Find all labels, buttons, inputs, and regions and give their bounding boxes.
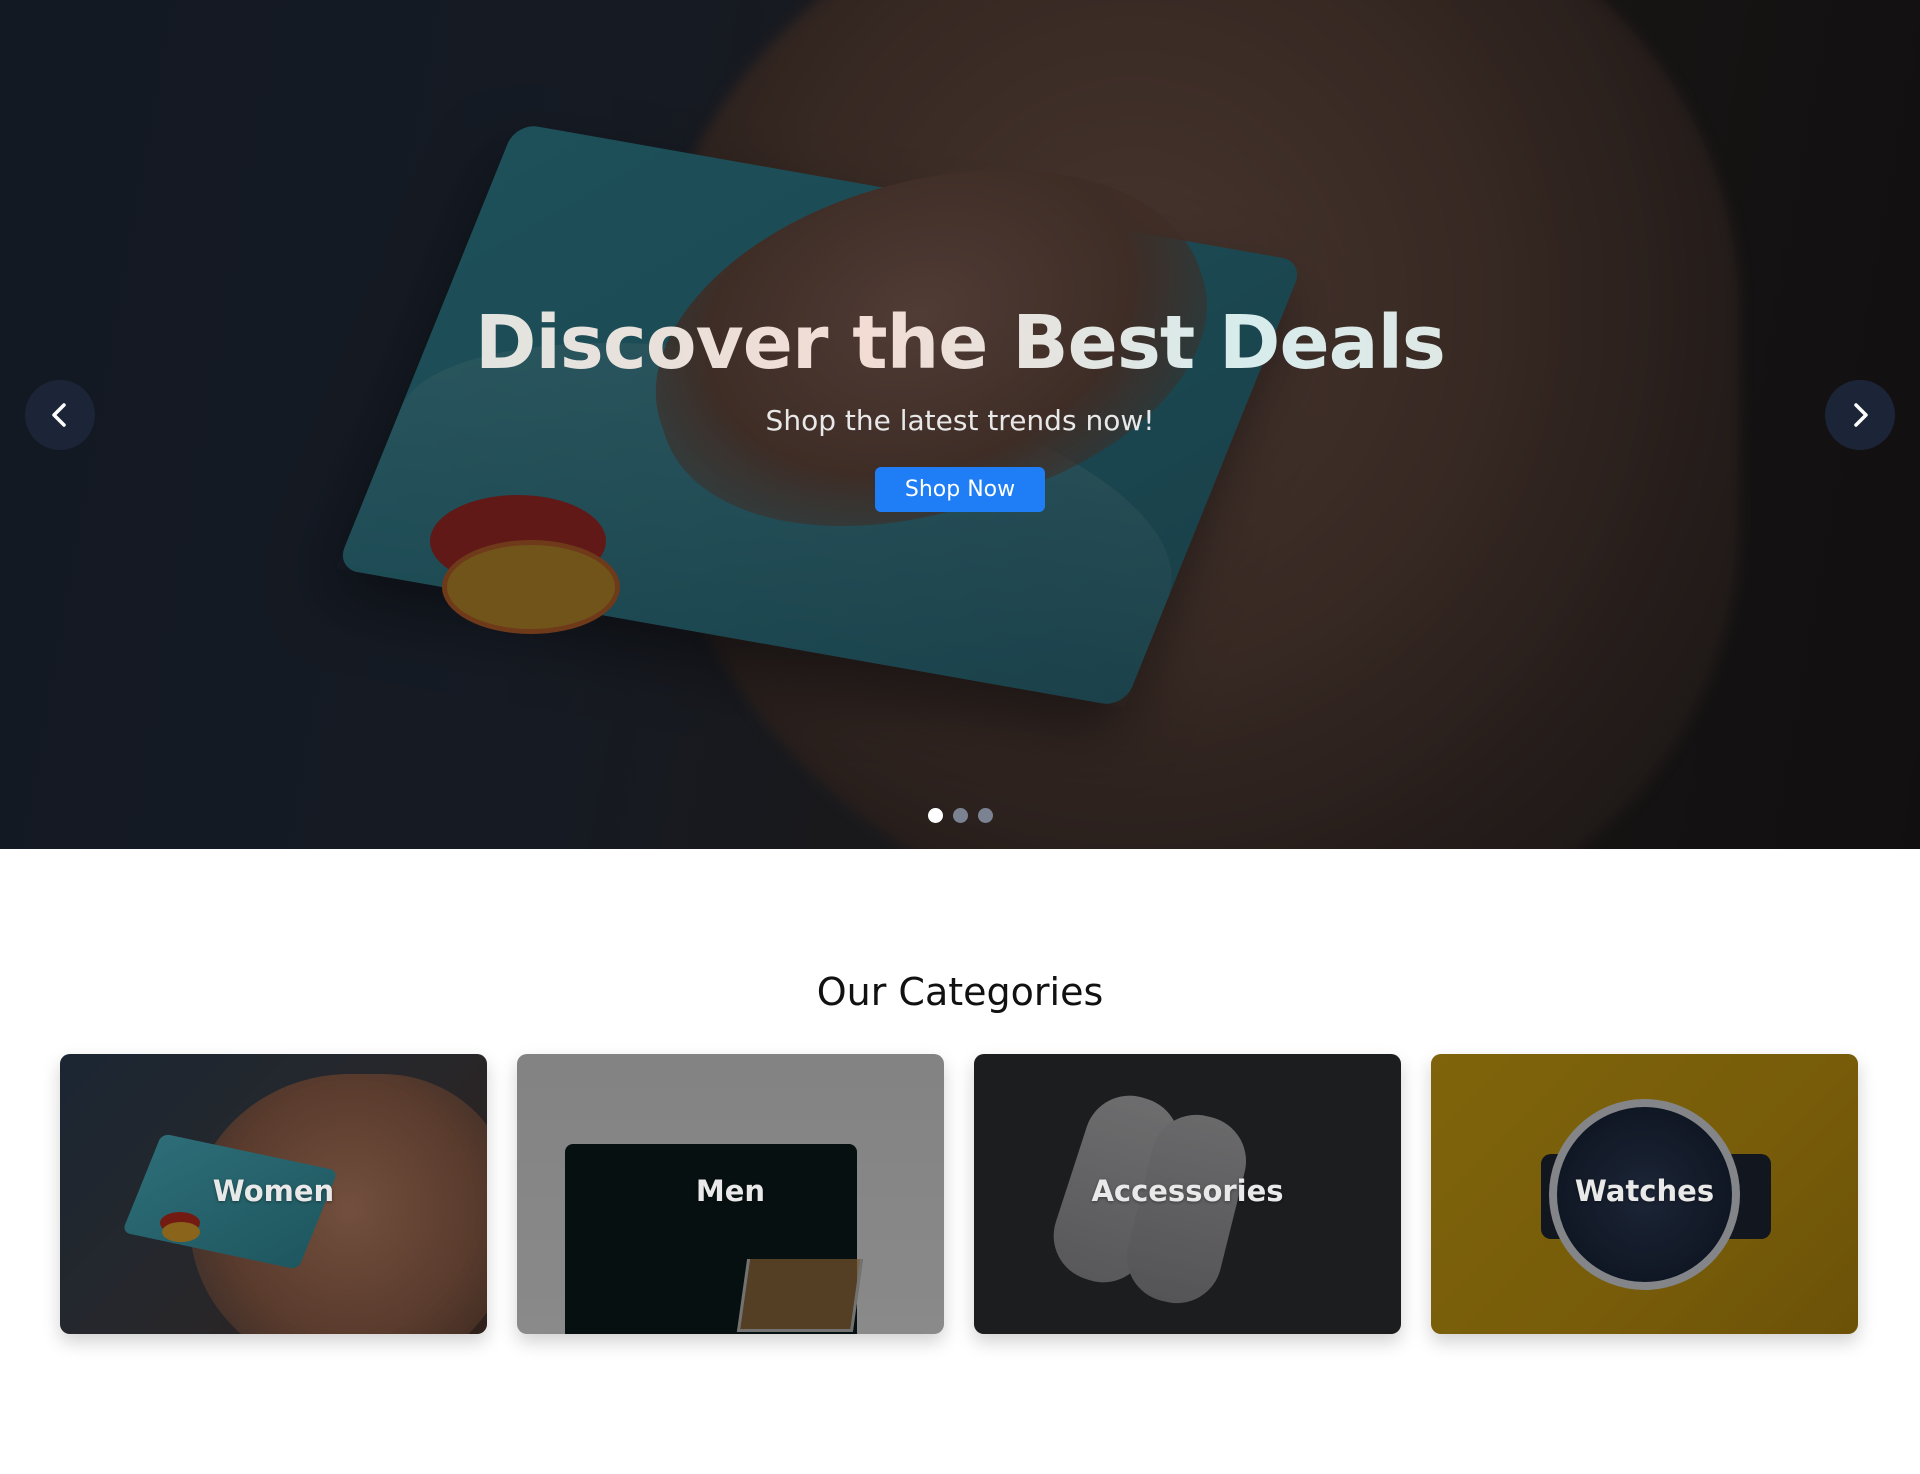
carousel-dot-2[interactable] — [952, 808, 968, 823]
shop-now-button[interactable]: Shop Now — [874, 467, 1046, 512]
categories-heading: Our Categories — [816, 970, 1104, 1014]
category-label: Women — [212, 1174, 335, 1208]
category-label: Accessories — [1091, 1174, 1284, 1208]
chevron-left-icon — [52, 403, 66, 427]
carousel-prev-button[interactable] — [25, 380, 95, 450]
category-grid: Women Men Accessories Watches — [60, 1054, 1860, 1334]
category-card-watches[interactable]: Watches — [1431, 1054, 1858, 1334]
category-card-accessories[interactable]: Accessories — [974, 1054, 1401, 1334]
chevron-right-icon — [1854, 403, 1868, 427]
category-label: Watches — [1574, 1174, 1715, 1208]
category-card-women[interactable]: Women — [60, 1054, 487, 1334]
carousel-next-button[interactable] — [1825, 380, 1895, 450]
carousel-indicators — [0, 808, 1920, 823]
hero-content: Discover the Best Deals Shop the latest … — [0, 300, 1920, 512]
carousel-dot-3[interactable] — [977, 808, 993, 823]
category-card-men[interactable]: Men — [517, 1054, 944, 1334]
category-label: Men — [695, 1174, 766, 1208]
carousel-dot-1[interactable] — [927, 808, 943, 823]
hero-title: Discover the Best Deals — [0, 300, 1920, 386]
hero-subtitle: Shop the latest trends now! — [765, 404, 1155, 437]
hero-carousel: Discover the Best Deals Shop the latest … — [0, 0, 1920, 849]
